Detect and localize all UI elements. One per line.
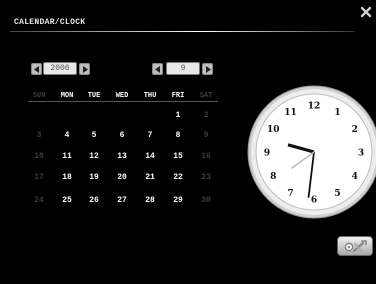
clock-numeral: 10 xyxy=(267,125,280,135)
weekday-label: MON xyxy=(60,92,74,100)
calendar-day[interactable]: 8 xyxy=(164,131,192,140)
weekday-label: WED xyxy=(115,92,129,100)
calendar-day[interactable]: 19 xyxy=(80,173,108,182)
calendar-day[interactable]: 23 xyxy=(192,173,220,182)
weekday-label: THU xyxy=(143,92,157,100)
weekday-label: TUE xyxy=(87,92,101,100)
year-next-button[interactable] xyxy=(79,63,90,75)
clock-numeral: 1 xyxy=(334,108,340,118)
calendar-day[interactable]: 20 xyxy=(108,173,136,182)
calendar-day[interactable]: 13 xyxy=(108,152,136,161)
arrow-left-icon xyxy=(34,66,39,73)
calendar-day[interactable]: 2 xyxy=(192,111,220,120)
analog-clock: 121234567891011 xyxy=(247,85,376,219)
clock-numeral: 9 xyxy=(264,149,270,159)
calendar-day[interactable]: 17 xyxy=(25,173,53,182)
clock-numeral: 2 xyxy=(352,125,358,135)
calendar-day[interactable]: 28 xyxy=(136,196,164,205)
calendar-day[interactable]: 1 xyxy=(164,111,192,120)
calendar-day[interactable]: 7 xyxy=(136,131,164,140)
clock-numeral: 8 xyxy=(270,172,276,182)
weekday-label: SAT xyxy=(199,92,213,100)
calendar-day[interactable]: 25 xyxy=(53,196,81,205)
clock-numeral: 7 xyxy=(287,189,293,199)
year-prev-button[interactable] xyxy=(31,63,42,75)
calendar-day[interactable]: 11 xyxy=(53,152,81,161)
weekday-label: FRI xyxy=(171,92,185,100)
tools-icon xyxy=(344,240,367,253)
title-divider xyxy=(10,31,355,32)
clock-numeral: 4 xyxy=(352,172,358,182)
calendar-day[interactable]: 30 xyxy=(192,196,220,205)
calendar-day[interactable]: 16 xyxy=(192,152,220,161)
settings-button[interactable] xyxy=(337,236,373,256)
calendar-day[interactable]: 6 xyxy=(108,131,136,140)
year-field[interactable]: 2006 xyxy=(43,62,77,75)
calendar-day[interactable]: 5 xyxy=(80,131,108,140)
month-field[interactable]: 9 xyxy=(166,62,200,75)
arrow-left-icon xyxy=(155,66,160,73)
calendar-day[interactable]: 21 xyxy=(136,173,164,182)
close-icon xyxy=(360,6,372,18)
weekday-divider xyxy=(28,101,218,102)
calendar-day[interactable]: 27 xyxy=(108,196,136,205)
calendar-day[interactable]: 10 xyxy=(25,152,53,161)
calendar-day[interactable]: 3 xyxy=(25,131,53,140)
calendar-day[interactable]: 15 xyxy=(164,152,192,161)
calendar-day[interactable]: 4 xyxy=(53,131,81,140)
calendar-day[interactable]: 9 xyxy=(192,131,220,140)
close-button[interactable] xyxy=(360,6,372,18)
calendar-day[interactable]: 18 xyxy=(53,173,81,182)
month-next-button[interactable] xyxy=(202,63,213,75)
clock-numeral: 5 xyxy=(334,189,340,199)
arrow-right-icon xyxy=(206,66,211,73)
clock-numeral: 6 xyxy=(311,196,317,206)
clock-numeral: 11 xyxy=(284,108,297,118)
arrow-right-icon xyxy=(83,66,88,73)
clock-numeral: 12 xyxy=(308,102,321,112)
month-prev-button[interactable] xyxy=(152,63,163,75)
calendar-day[interactable]: 24 xyxy=(25,196,53,205)
weekday-label: SUN xyxy=(32,92,46,100)
clock-numeral: 3 xyxy=(358,149,364,159)
calendar-day[interactable]: 22 xyxy=(164,173,192,182)
calendar-day[interactable]: 26 xyxy=(80,196,108,205)
calendar-day[interactable]: 12 xyxy=(80,152,108,161)
calendar-day[interactable]: 14 xyxy=(136,152,164,161)
window-title: CALENDAR/CLOCK xyxy=(14,18,86,27)
calendar-day[interactable]: 29 xyxy=(164,196,192,205)
